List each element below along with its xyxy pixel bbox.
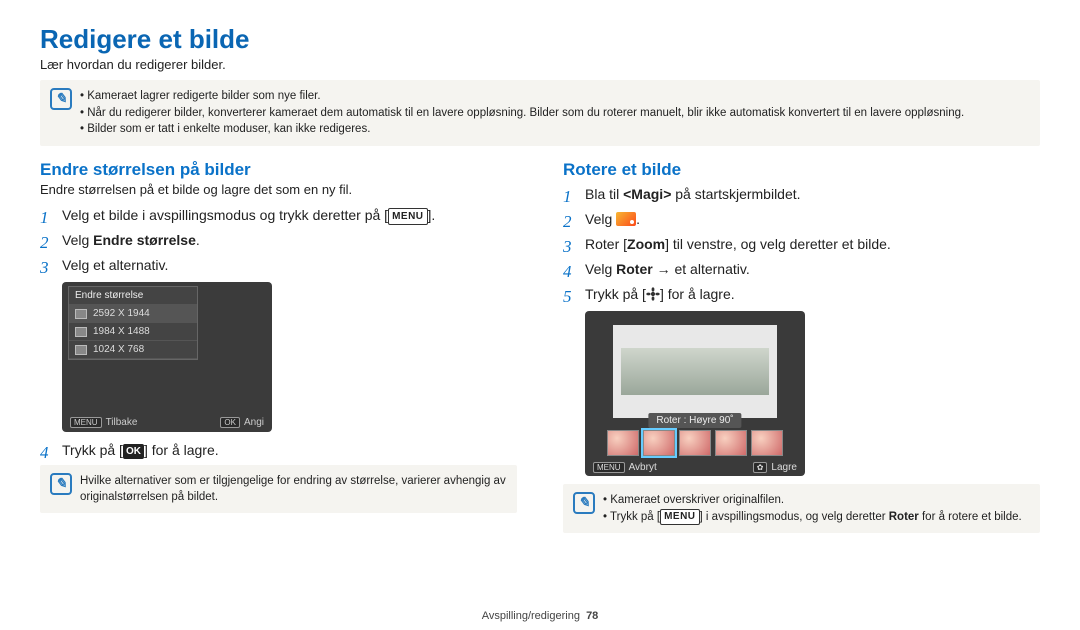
step-text: ] for å lagre. (660, 286, 735, 302)
thumb[interactable] (607, 430, 639, 456)
thumb[interactable] (751, 430, 783, 456)
note-text: for å rotere et bilde. (919, 511, 1022, 523)
step-item: Velg . (563, 209, 1040, 230)
step-bold: Endre størrelse (93, 232, 196, 248)
resize-screenshot: Endre størrelse 2592 X 1944 1984 X 1488 … (62, 282, 272, 432)
step-bold: Zoom (627, 236, 665, 252)
resize-note-box: ✎ Hvilke alternativer som er tilgjengeli… (40, 465, 517, 513)
step-item: Velg Endre størrelse. (40, 230, 517, 251)
intro-text: Lær hvordan du redigerer bilder. (40, 57, 1040, 72)
top-note-list: Kameraet lagrer redigerte bilder som nye… (80, 88, 964, 138)
resize-steps: Velg et bilde i avspillingsmodus og tryk… (40, 205, 517, 276)
rotate-overlay-label: Roter : Høyre 90˚ (648, 413, 741, 428)
preview-photo (621, 348, 769, 395)
step-item: Roter [Zoom] til venstre, og velg derett… (563, 234, 1040, 255)
top-note-box: ✎ Kameraet lagrer redigerte bilder som n… (40, 80, 1040, 146)
resize-option-label: 1024 X 768 (93, 344, 144, 355)
step-text: . (636, 211, 640, 227)
size-icon (75, 345, 87, 355)
top-note-item: Kameraet lagrer redigerte bilder som nye… (80, 88, 964, 105)
ok-badge: OK (220, 417, 240, 428)
note-text: Trykk på [ (610, 511, 660, 523)
flower-icon (646, 287, 660, 301)
page-title: Redigere et bilde (40, 24, 1040, 55)
step-text: Trykk på [ (62, 442, 123, 458)
note-text: ] i avspillingsmodus, og velg deretter (700, 511, 889, 523)
section-sub-resize: Endre størrelsen på et bilde og lagre de… (40, 182, 517, 197)
resize-panel-title: Endre størrelse (69, 287, 197, 305)
step-item: Trykk på [OK] for å lagre. (40, 440, 517, 461)
step-item: Velg Roter → et alternativ. (563, 259, 1040, 280)
menu-badge: MENU (70, 417, 102, 428)
info-icon: ✎ (573, 492, 595, 514)
step-text: Roter [ (585, 236, 627, 252)
right-column: Rotere et bilde Bla til <Magi> på starts… (563, 160, 1040, 547)
step-text: Bla til (585, 186, 623, 202)
step-item: Velg et bilde i avspillingsmodus og tryk… (40, 205, 517, 226)
rotate-steps: Bla til <Magi> på startskjermbildet. Vel… (563, 184, 1040, 305)
resize-option[interactable]: 1024 X 768 (69, 341, 197, 359)
menu-badge: MENU (388, 208, 427, 225)
note-bold: Roter (889, 511, 919, 523)
rotate-screenshot: Roter : Høyre 90˚ MENU Avbryt ✿Lagre (585, 311, 805, 476)
footer-section: Avspilling/redigering (482, 610, 580, 622)
step-text: Velg (62, 232, 93, 248)
resize-footer: MENU Tilbake OK Angi (62, 413, 272, 432)
section-title-resize: Endre størrelsen på bilder (40, 160, 517, 180)
rotate-thumbs (607, 430, 783, 458)
size-icon (75, 327, 87, 337)
resize-option[interactable]: 2592 X 1944 (69, 305, 197, 323)
gallery-icon (616, 212, 636, 226)
step-text: ]. (428, 207, 436, 223)
resize-option-label: 1984 X 1488 (93, 326, 150, 337)
info-icon: ✎ (50, 473, 72, 495)
ok-badge: OK (123, 444, 144, 459)
step-item: Bla til <Magi> på startskjermbildet. (563, 184, 1040, 205)
left-column: Endre størrelsen på bilder Endre størrel… (40, 160, 517, 547)
step-text: Velg (585, 211, 616, 227)
resize-steps-cont: Trykk på [OK] for å lagre. (40, 440, 517, 461)
resize-note-text: Hvilke alternativer som er tilgjengelige… (80, 473, 507, 505)
thumb[interactable] (679, 430, 711, 456)
step-text: . (196, 232, 200, 248)
flower-icon: ✿ (753, 462, 768, 473)
thumb-selected[interactable] (643, 430, 675, 456)
step-bold: Roter (616, 261, 653, 277)
step-text: → et alternativ. (653, 261, 750, 277)
step-text: Velg et bilde i avspillingsmodus og tryk… (62, 207, 388, 223)
rotate-note-item: Trykk på [MENU] i avspillingsmodus, og v… (603, 509, 1022, 526)
step-item: Trykk på [ ] for å lagre. (563, 284, 1040, 305)
step-bold: <Magi> (623, 186, 671, 202)
resize-option-label: 2592 X 1944 (93, 308, 150, 319)
rotate-note-list: Kameraet overskriver originalfilen. Tryk… (603, 492, 1022, 525)
page-footer: Avspilling/redigering 78 (0, 610, 1080, 622)
footer-page: 78 (586, 610, 598, 622)
menu-badge: MENU (593, 462, 625, 473)
step-item: Velg et alternativ. (40, 255, 517, 276)
resize-option[interactable]: 1984 X 1488 (69, 323, 197, 341)
footer-label: Lagre (771, 462, 797, 473)
section-title-rotate: Rotere et bilde (563, 160, 1040, 180)
footer-label: Tilbake (106, 417, 138, 428)
rotate-note-box: ✎ Kameraet overskriver originalfilen. Tr… (563, 484, 1040, 533)
info-icon: ✎ (50, 88, 72, 110)
top-note-item: Bilder som er tatt i enkelte moduser, ka… (80, 121, 964, 138)
top-note-item: Når du redigerer bilder, konverterer kam… (80, 105, 964, 122)
rotate-note-item: Kameraet overskriver originalfilen. (603, 492, 1022, 509)
rotate-preview (613, 325, 777, 418)
resize-panel: Endre størrelse 2592 X 1944 1984 X 1488 … (68, 286, 198, 360)
step-text: på startskjermbildet. (671, 186, 800, 202)
thumb[interactable] (715, 430, 747, 456)
step-text: ] for å lagre. (144, 442, 219, 458)
step-text: Trykk på [ (585, 286, 646, 302)
step-text: ] til venstre, og velg deretter et bilde… (665, 236, 891, 252)
footer-label: Angi (244, 417, 264, 428)
footer-label: Avbryt (629, 462, 657, 473)
step-text: Velg (585, 261, 616, 277)
menu-badge: MENU (660, 509, 699, 526)
rotate-footer: MENU Avbryt ✿Lagre (585, 459, 805, 476)
size-icon (75, 309, 87, 319)
